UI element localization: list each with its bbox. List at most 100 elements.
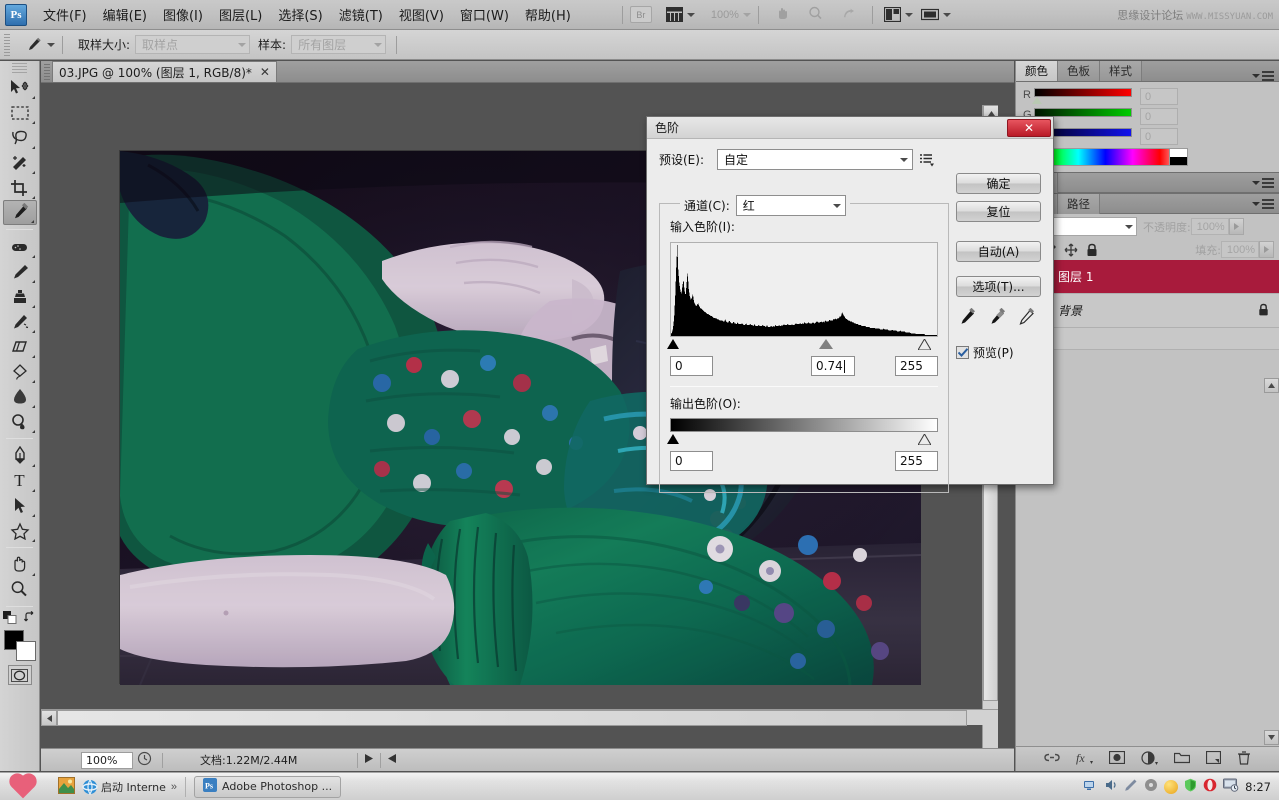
preview-checkbox[interactable] (956, 346, 969, 359)
quick-mask-toggle[interactable] (8, 665, 32, 685)
zoom-icon[interactable] (808, 6, 823, 24)
swap-colors-icon[interactable] (24, 611, 37, 624)
add-layer-mask-icon[interactable] (1109, 751, 1125, 767)
sample-size-select[interactable]: 取样点 (135, 35, 250, 54)
crop-tool[interactable] (3, 175, 37, 200)
dodge-tool[interactable] (3, 409, 37, 434)
network-icon[interactable] (1083, 778, 1098, 795)
close-icon[interactable]: ✕ (260, 65, 270, 79)
input-gamma-marker[interactable] (819, 339, 833, 349)
input-black-field[interactable]: 0 (670, 356, 713, 376)
move-tool[interactable] (3, 75, 37, 100)
set-white-point-eyedropper[interactable] (1015, 308, 1036, 330)
default-colors-icon[interactable] (3, 611, 17, 624)
opera-icon[interactable] (1203, 778, 1217, 795)
link-layers-icon[interactable] (1044, 752, 1060, 766)
output-black-field[interactable]: 0 (670, 451, 713, 471)
menu-view[interactable]: 视图(V) (391, 1, 452, 28)
menu-edit[interactable]: 编辑(E) (95, 1, 155, 28)
dialog-title-bar[interactable]: 色阶 ✕ (647, 117, 1053, 139)
taskbar-item-photoshop[interactable]: Ps Adobe Photoshop ... (194, 776, 341, 798)
new-layer-icon[interactable] (1206, 751, 1221, 767)
output-black-marker[interactable] (667, 434, 679, 444)
disc-icon[interactable] (1144, 778, 1158, 795)
menu-layer[interactable]: 图层(L) (211, 1, 270, 28)
healing-brush-tool[interactable] (3, 234, 37, 259)
path-selection-tool[interactable] (3, 493, 37, 518)
channels-panel-menu[interactable] (1248, 199, 1279, 209)
delete-layer-icon[interactable] (1237, 751, 1251, 768)
set-black-point-eyedropper[interactable] (956, 308, 977, 330)
rotate-view-icon[interactable] (841, 6, 856, 24)
options-bar-grip[interactable] (4, 34, 10, 56)
document-tab[interactable]: 03.JPG @ 100% (图层 1, RGB/8)* ✕ (52, 61, 277, 82)
menu-image[interactable]: 图像(I) (155, 1, 211, 28)
tab-styles[interactable]: 样式 (1100, 61, 1142, 81)
channel-r-slider[interactable] (1034, 88, 1132, 97)
menu-window[interactable]: 窗口(W) (452, 1, 517, 28)
menu-file[interactable]: 文件(F) (35, 1, 95, 28)
zoom-level-field[interactable]: 100% (81, 752, 133, 769)
active-tool-preset[interactable] (23, 36, 55, 54)
tab-color[interactable]: 颜色 (1016, 61, 1058, 81)
sample-select[interactable]: 所有图层 (291, 35, 386, 54)
clone-stamp-tool[interactable] (3, 284, 37, 309)
quick-launch-chevron[interactable]: » (171, 781, 177, 793)
custom-shape-tool[interactable] (3, 518, 37, 543)
reset-button[interactable]: 复位 (956, 201, 1041, 222)
shield-icon[interactable] (1184, 778, 1197, 795)
layer-row-background[interactable]: 背景 (1016, 294, 1279, 328)
toolbox-grip[interactable] (12, 63, 27, 73)
layer-list-scroll-down[interactable] (1264, 730, 1279, 745)
eyedropper-tool[interactable] (3, 200, 37, 225)
status-clock-icon[interactable] (137, 751, 152, 769)
close-icon[interactable]: ✕ (1007, 119, 1051, 137)
hand-icon[interactable] (775, 6, 790, 24)
tab-paths[interactable]: 路径 (1058, 194, 1100, 214)
auto-button[interactable]: 自动(A) (956, 241, 1041, 262)
zoom-tool[interactable] (3, 577, 37, 602)
pen-tool[interactable] (3, 443, 37, 468)
preset-select[interactable]: 自定 (717, 149, 913, 170)
opacity-value[interactable]: 100% (1191, 218, 1229, 235)
layer-style-fx-icon[interactable]: fx (1076, 751, 1093, 768)
status-expand-arrow[interactable] (365, 754, 373, 766)
type-tool[interactable]: T (3, 468, 37, 493)
volume-icon[interactable] (1104, 778, 1118, 795)
lock-position-icon[interactable] (1063, 242, 1079, 258)
preview-row[interactable]: 预览(P) (956, 344, 1042, 361)
input-black-marker[interactable] (667, 339, 679, 349)
blur-tool[interactable] (3, 384, 37, 409)
screen-mode-select-icon[interactable] (921, 7, 951, 22)
update-icon[interactable] (1164, 780, 1178, 794)
new-adjustment-layer-icon[interactable] (1141, 751, 1158, 768)
output-gradient-ramp[interactable] (670, 418, 938, 432)
input-gamma-field[interactable]: 0.74 (811, 356, 855, 376)
output-white-field[interactable]: 255 (895, 451, 938, 471)
channel-select[interactable]: 红 (736, 195, 846, 216)
channel-b-value[interactable]: 0 (1140, 128, 1178, 145)
view-zoom-select[interactable]: 100% (711, 9, 751, 21)
magic-wand-tool[interactable] (3, 150, 37, 175)
eraser-tool[interactable] (3, 334, 37, 359)
preset-options-icon[interactable] (920, 153, 935, 167)
new-group-icon[interactable] (1174, 751, 1190, 767)
opacity-stepper[interactable] (1229, 218, 1244, 235)
screen-mode-icon[interactable] (666, 7, 695, 22)
pen-icon[interactable] (1124, 778, 1138, 795)
set-gray-point-eyedropper[interactable] (986, 308, 1007, 330)
ok-button[interactable]: 确定 (956, 173, 1041, 194)
channel-r-value[interactable]: 0 (1140, 88, 1178, 105)
monitor-icon[interactable] (1223, 778, 1239, 795)
photo-viewer-icon[interactable] (58, 777, 75, 797)
brush-tool[interactable] (3, 259, 37, 284)
levels-dialog[interactable]: 色阶 ✕ 预设(E): 自定 输入色阶(I): (646, 116, 1054, 485)
tab-strip-grip[interactable] (44, 64, 50, 80)
start-heart-icon[interactable] (0, 774, 46, 800)
hand-tool[interactable] (3, 552, 37, 577)
canvas-horizontal-scrollbar[interactable] (41, 709, 998, 725)
channel-r-knob[interactable] (1032, 97, 1042, 104)
histogram[interactable] (670, 242, 938, 337)
color-panel-menu[interactable] (1248, 71, 1279, 81)
menu-filter[interactable]: 滤镜(T) (331, 1, 391, 28)
